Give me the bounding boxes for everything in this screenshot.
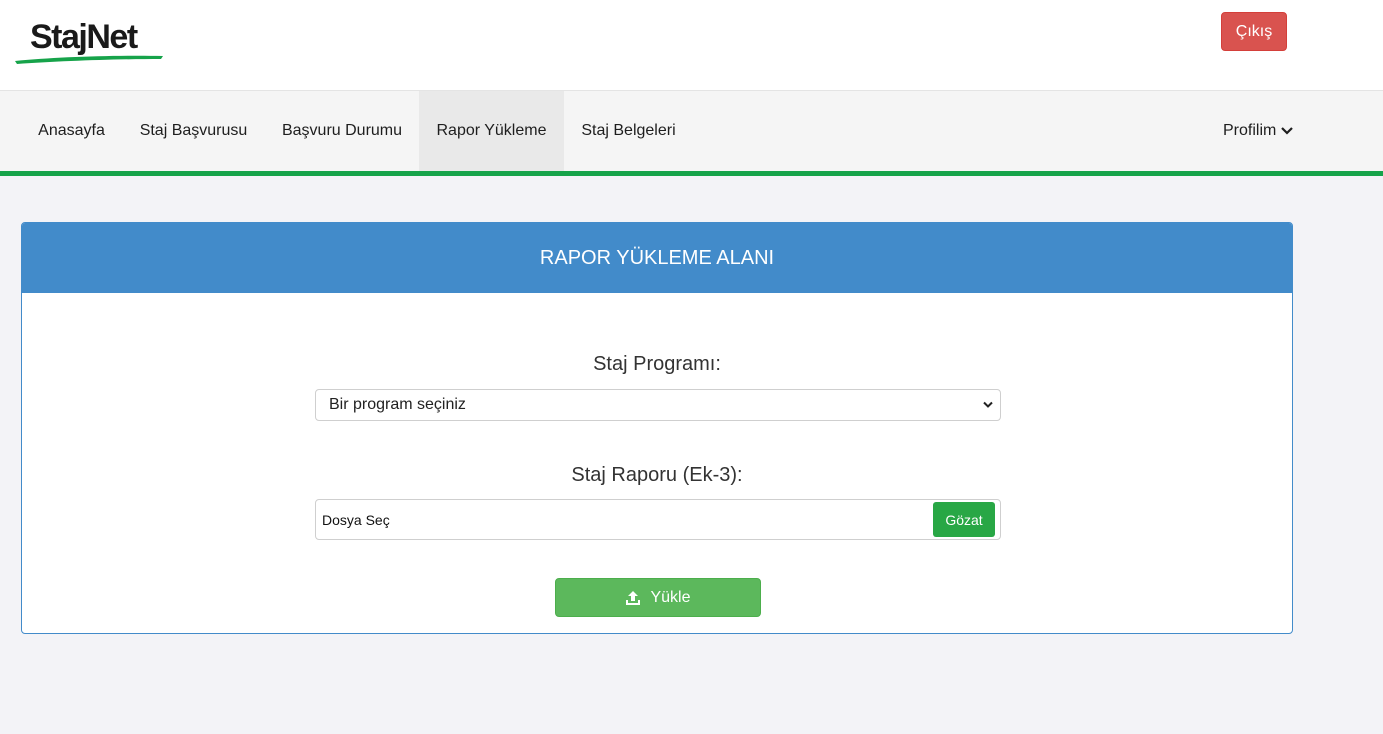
- logout-button[interactable]: Çıkış: [1221, 12, 1287, 51]
- upload-label: Yükle: [650, 588, 691, 606]
- nav-item-staj-belgeleri[interactable]: Staj Belgeleri: [564, 91, 693, 171]
- nav-item-anasayfa[interactable]: Anasayfa: [21, 91, 122, 171]
- program-select-value: Bir program seçiniz: [329, 396, 466, 413]
- profile-label: Profilim: [1223, 122, 1277, 139]
- main-navbar: Anasayfa Staj Başvurusu Başvuru Durumu R…: [0, 91, 1383, 171]
- select-chevron-icon: [983, 401, 993, 408]
- chevron-down-icon: [1281, 127, 1294, 135]
- logo-underline-swoosh: [15, 55, 163, 64]
- file-placeholder: Dosya Seç: [322, 512, 390, 528]
- nav-item-basvuru-durumu[interactable]: Başvuru Durumu: [265, 91, 419, 171]
- program-label: Staj Programı:: [593, 353, 721, 375]
- top-header: StajNet Çıkış: [0, 0, 1383, 91]
- upload-button[interactable]: Yükle: [555, 578, 761, 617]
- panel-title: RAPOR YÜKLEME ALANI: [22, 223, 1292, 293]
- profile-menu[interactable]: Profilim: [1223, 91, 1294, 171]
- report-label: Staj Raporu (Ek-3):: [571, 464, 743, 486]
- stajnet-logo[interactable]: StajNet: [15, 18, 165, 68]
- report-file-input[interactable]: Dosya Seç Gözat: [315, 499, 1001, 540]
- nav-item-rapor-yukleme[interactable]: Rapor Yükleme: [419, 91, 564, 171]
- report-upload-panel: RAPOR YÜKLEME ALANI Staj Programı: Bir p…: [21, 222, 1293, 634]
- nav-green-divider: [0, 171, 1383, 176]
- upload-icon: [626, 590, 641, 605]
- nav-item-staj-basvurusu[interactable]: Staj Başvurusu: [122, 91, 265, 171]
- program-select[interactable]: Bir program seçiniz: [315, 389, 1001, 421]
- browse-button[interactable]: Gözat: [933, 502, 995, 537]
